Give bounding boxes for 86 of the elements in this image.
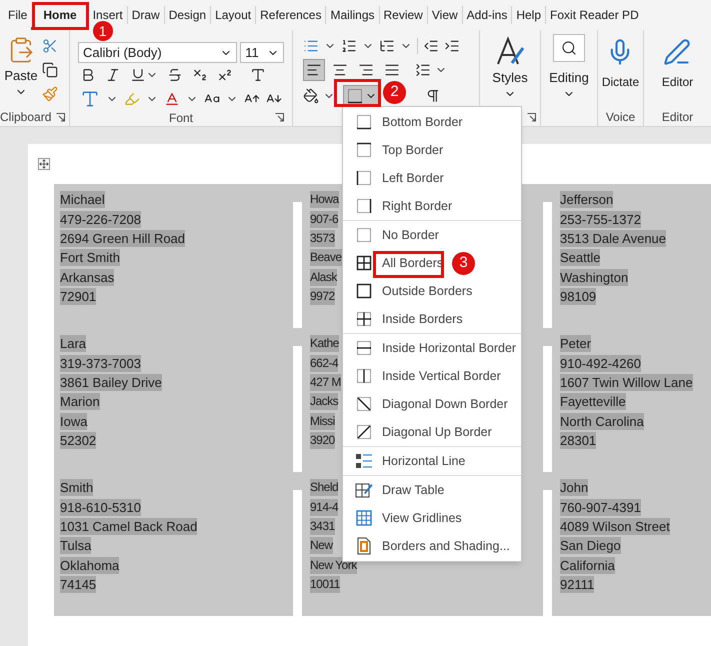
group-label: Clipboard — [0, 111, 52, 123]
ribbon-tab[interactable]: Mailings — [326, 7, 378, 23]
font-name-field[interactable]: Calibri (Body) — [78, 42, 238, 63]
alignment-icon — [306, 62, 322, 78]
table-move-handle-icon[interactable] — [38, 158, 50, 170]
all-borders-icon — [356, 255, 372, 271]
font-color-icon[interactable] — [164, 91, 180, 107]
draw-table-icon — [355, 482, 373, 498]
group-label: Editor — [662, 110, 694, 124]
decrease-indent-icon[interactable] — [423, 38, 439, 54]
underline-icon[interactable] — [130, 67, 146, 83]
scissors-icon[interactable] — [42, 38, 58, 54]
subscript-icon[interactable] — [192, 67, 208, 83]
ribbon-tab[interactable]: Draw — [128, 7, 164, 23]
menu-item[interactable]: Right Border — [343, 192, 521, 220]
alignment-icon — [358, 62, 374, 78]
step-badge: 1 — [92, 21, 113, 41]
ribbon-tab[interactable]: Help — [512, 7, 546, 23]
editor-button[interactable]: Editor — [662, 36, 694, 91]
numbering-icon[interactable] — [341, 38, 357, 54]
gridlines-icon — [356, 510, 372, 526]
format-painter-icon[interactable] — [42, 86, 58, 102]
italic-icon[interactable] — [105, 67, 121, 83]
menu-item[interactable]: Diagonal Up Border — [343, 418, 521, 446]
ribbon-tab[interactable]: Insert — [88, 7, 127, 23]
pilcrow-icon[interactable] — [425, 88, 441, 104]
menu-item[interactable]: No Border — [343, 221, 521, 249]
ribbon-tab[interactable]: Foxit Reader PD — [546, 7, 643, 23]
inside-borders-icon — [356, 311, 372, 327]
highlight-frame — [32, 2, 89, 30]
text-effects-icon[interactable] — [80, 89, 100, 109]
group-label: Font — [168, 112, 193, 124]
left-border-icon — [356, 170, 372, 186]
menu-item[interactable]: Diagonal Down Border — [343, 390, 521, 418]
copy-icon[interactable] — [42, 62, 58, 78]
bottom-border-icon — [356, 114, 372, 130]
menu-item[interactable]: Horizontal Line — [343, 447, 521, 475]
ribbon-tab[interactable]: File — [4, 7, 32, 23]
diagonal-up-border-icon — [356, 424, 372, 440]
search-icon — [561, 40, 577, 56]
group-label: Voice — [606, 110, 636, 124]
ribbon-tab[interactable]: Add-ins — [462, 7, 512, 23]
ribbon-tab[interactable]: Design — [164, 7, 210, 23]
highlight-frame — [334, 79, 381, 107]
ribbon-tab[interactable]: Layout — [211, 7, 256, 23]
menu-item[interactable]: View Gridlines — [343, 504, 521, 532]
superscript-icon[interactable] — [217, 67, 233, 83]
styles-button[interactable]: Styles — [492, 36, 528, 100]
menu-item[interactable]: Draw Table — [343, 476, 521, 504]
dictate-button[interactable]: Dictate — [602, 36, 640, 91]
menu-item[interactable]: Inside Vertical Border — [343, 362, 521, 390]
align-button[interactable] — [303, 59, 325, 81]
increase-indent-icon[interactable] — [444, 38, 460, 54]
no-border-icon — [356, 227, 372, 243]
ribbon-tab[interactable]: View — [428, 7, 462, 23]
dialog-launcher-icon[interactable] — [274, 113, 284, 122]
strikethrough-icon[interactable] — [167, 67, 183, 83]
inside-horizontal-border-icon — [356, 340, 372, 356]
ribbon-tab[interactable]: References — [256, 7, 326, 23]
diagonal-down-border-icon — [356, 396, 372, 412]
bottom-border-icon — [347, 88, 363, 104]
paste-button[interactable]: Paste — [4, 34, 38, 108]
horizontal-line-icon — [355, 453, 373, 469]
menu-item[interactable]: Inside Horizontal Border — [343, 334, 521, 362]
inside-vertical-border-icon — [356, 368, 372, 384]
dialog-launcher-icon[interactable] — [56, 112, 65, 122]
shading-icon[interactable] — [303, 88, 319, 104]
font-size-field[interactable]: 11 — [240, 42, 284, 63]
line-spacing-icon[interactable] — [415, 62, 431, 78]
clear-formatting-icon[interactable] — [250, 67, 266, 83]
highlight-frame — [373, 251, 444, 278]
menu-item[interactable]: Outside Borders — [343, 277, 521, 305]
multilevel-list-icon[interactable] — [379, 38, 395, 54]
outside-borders-icon — [356, 283, 372, 299]
menu-item[interactable]: Bottom Border — [343, 108, 521, 136]
editing-button[interactable]: Editing — [549, 34, 589, 100]
page-border-icon — [356, 537, 372, 555]
alignment-icon — [384, 62, 400, 78]
menu-item[interactable]: Left Border — [343, 164, 521, 192]
top-border-icon — [356, 142, 372, 158]
menu-item[interactable]: Inside Borders — [343, 305, 521, 333]
right-border-icon — [356, 198, 372, 214]
dialog-launcher-icon[interactable] — [527, 112, 536, 122]
menu-item[interactable]: Top Border — [343, 136, 521, 164]
ribbon-tab[interactable]: Review — [380, 7, 427, 23]
alignment-icon — [332, 62, 348, 78]
